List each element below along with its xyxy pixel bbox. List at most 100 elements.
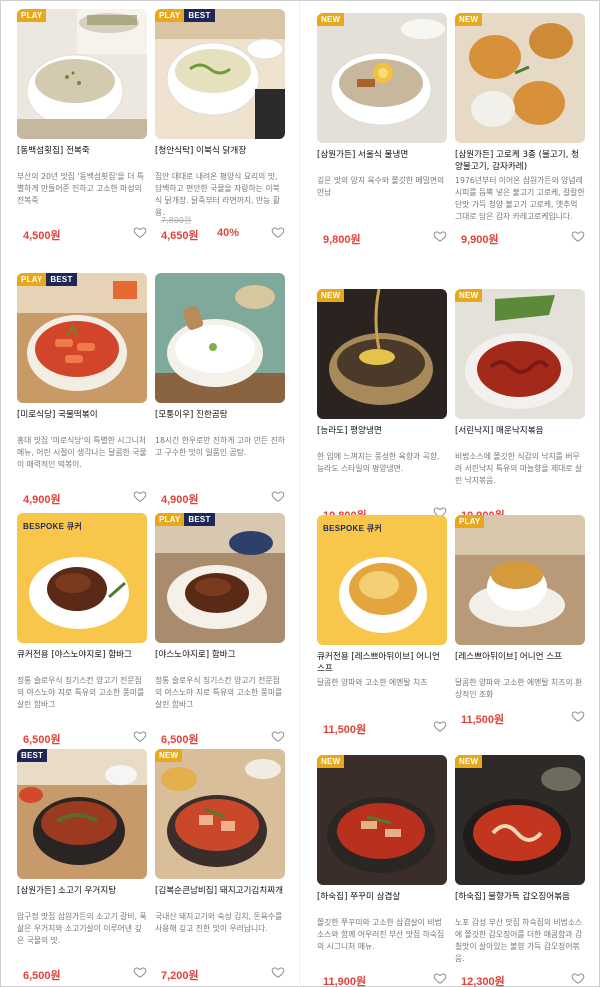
product-thumbnail[interactable]: BEST [17, 749, 147, 879]
discount-rate: 40% [217, 227, 240, 239]
product-thumbnail[interactable]: NEW [317, 13, 447, 143]
product-title[interactable]: [미로식당] 국물떡볶이 [17, 409, 147, 433]
product-price: 7,200원 [161, 970, 199, 982]
product-title[interactable]: [하숙집] 쭈꾸미 삼겹살 [317, 891, 447, 915]
product-title[interactable]: [청안식탁] 이북식 닭개장 [155, 145, 285, 169]
heart-icon[interactable] [271, 225, 285, 239]
product-thumbnail[interactable]: NEW [455, 289, 585, 419]
heart-icon[interactable] [571, 709, 585, 723]
product-thumbnail[interactable]: NEW [317, 289, 447, 419]
product-title[interactable]: [하숙집] 불향가득 갑오징어볶음 [455, 891, 585, 915]
product-thumbnail[interactable] [155, 273, 285, 403]
product-price: 4,900원 [161, 494, 199, 506]
product-title[interactable]: [삼원가든] 소고기 우거지탕 [17, 885, 147, 909]
product-card[interactable]: NEW [하숙집] 불향가득 갑오징어볶음 노포 감성 부산 맛집 하숙집의 비… [455, 755, 585, 987]
product-title[interactable]: [동백섬횟집] 전복죽 [17, 145, 147, 169]
product-card[interactable]: BEST [삼원가든] 소고기 우거지탕 압구정 맛집 삼원가든의 소고기 갈비… [17, 749, 147, 985]
heart-icon[interactable] [433, 971, 447, 985]
product-card[interactable]: NEW [삼원가든] 고로케 3종 (불고기, 청양불고기, 감자카레) 197… [455, 13, 585, 249]
heart-icon[interactable] [271, 729, 285, 743]
product-description: 달콤한 양파와 고소한 에멘탈 치즈의 환상적인 조화 [455, 678, 583, 699]
product-title[interactable]: [레스쁘아뒤이브] 어니언 스프 [455, 651, 585, 675]
product-thumbnail[interactable]: PLAY [17, 9, 147, 139]
food-image-hamburg-steak [17, 513, 147, 643]
product-description: 18시간 한우로만 진하게 고아 만든 진하고 구수한 맛이 일품인 곰탕. [155, 436, 285, 457]
badge-new: NEW [317, 13, 345, 26]
heart-icon[interactable] [133, 225, 147, 239]
heart-icon[interactable] [571, 229, 585, 243]
product-thumbnail[interactable]: BESPOKE 큐커 [17, 513, 147, 643]
product-thumbnail[interactable]: NEW [317, 755, 447, 885]
product-description: 1976년부터 이어온 삼원가든의 양념레시피를 듬뿍 넣은 불고기 고로케, … [455, 176, 585, 221]
heart-icon[interactable] [133, 965, 147, 979]
product-price: 6,500원 [23, 734, 61, 746]
product-title[interactable]: 큐커전용 [야스노야지로] 함바그 [17, 649, 147, 673]
product-title[interactable]: [김복순큰남비집] 돼지고기김치찌개 [155, 885, 285, 909]
product-card[interactable]: PLAY [동백섬횟집] 전복죽 부산의 20년 맛집 '동백섬횟집'을 더 특… [17, 9, 147, 245]
food-image-jjukkumi [317, 755, 447, 885]
heart-icon[interactable] [571, 971, 585, 985]
product-card[interactable]: NEW [삼원가든] 서울식 물냉면 깊은 맛의 양지 육수와 쫄깃한 메밀면의… [317, 13, 447, 249]
product-card[interactable]: BESPOKE 큐커 큐커전용 [레스쁘아뒤이브] 어니언 스프 달콤한 양파와… [317, 515, 447, 739]
product-title[interactable]: 큐커전용 [레스쁘아뒤이브] 어니언 스프 [317, 651, 447, 675]
price-row: 6,500원 [17, 965, 147, 985]
heart-icon[interactable] [433, 229, 447, 243]
price-row: 7,800원 4,650원 40% [155, 216, 285, 245]
product-description: 정통 슬로우식 징기스칸 양고기 전문점의 야스노야 지로 특유의 고소한 풍미… [17, 676, 145, 709]
product-thumbnail[interactable]: NEW [155, 749, 285, 879]
product-card[interactable]: NEW [능라도] 평양냉면 한 입에 느껴지는 풍성한 육향과 곡향, 능라도… [317, 289, 447, 525]
product-description: 한 입에 느껴지는 풍성한 육향과 곡향, 능라도 스타일의 평양냉면. [317, 452, 440, 473]
product-card[interactable]: NEW [하숙집] 쭈꾸미 삼겹살 쫄깃한 쭈꾸미와 고소한 삼겹살이 비법소스… [317, 755, 447, 987]
product-card[interactable]: PLAY BEST [야스노야지로] 함바그 정통 슬로우식 징기스칸 양고기 전… [155, 513, 285, 749]
product-description: 집안 대대로 내려온 평양식 요리의 맛, 담백하고 편안한 국물을 자랑하는 … [155, 172, 280, 217]
product-thumbnail[interactable]: PLAY BEST [155, 9, 285, 139]
product-description: 국내산 돼지고기와 숙성 김치, 돈육수를 사용해 깊고 진한 맛이 우러납니다… [155, 912, 283, 933]
heart-icon[interactable] [271, 489, 285, 503]
product-description: 노포 감성 부산 맛집 하숙집의 비법소스에 쫄깃한 갑오징어를 더한 매콤함과… [455, 918, 583, 963]
product-description: 비법소스에 쫄깃한 식감의 낙지를 버무려 서린낙지 특유의 마늘향을 제대로 … [455, 452, 583, 485]
column-divider [299, 1, 300, 987]
product-description: 부산의 20년 맛집 '동백섬횟집'을 더 특별하게 만들어준 진하고 고소한 … [17, 172, 145, 205]
product-thumbnail[interactable]: BESPOKE 큐커 [317, 515, 447, 645]
product-card[interactable]: PLAY BEST [청안식탁] 이북식 닭개장 집안 대대로 내려온 평양식 요… [155, 9, 285, 245]
product-thumbnail[interactable]: NEW [455, 755, 585, 885]
heart-icon[interactable] [133, 729, 147, 743]
product-title[interactable]: [서린낙지] 매운낙지볶음 [455, 425, 585, 449]
product-title[interactable]: [삼원가든] 서울식 물냉면 [317, 149, 447, 173]
product-price: 4,650원 [161, 230, 199, 242]
product-card[interactable]: NEW [서린낙지] 매운낙지볶음 비법소스에 쫄깃한 식감의 낙지를 버무려 … [455, 289, 585, 515]
product-thumbnail[interactable]: NEW [455, 13, 585, 143]
badge-best: BEST [184, 9, 215, 22]
product-thumbnail[interactable]: PLAY BEST [17, 273, 147, 403]
price-row: 4,900원 [17, 489, 147, 509]
product-price: 12,300원 [461, 976, 505, 987]
badge-new: NEW [317, 289, 345, 302]
price-row: 9,800원 [317, 229, 447, 249]
badge-best: BEST [184, 513, 215, 526]
product-card[interactable]: NEW [김복순큰남비집] 돼지고기김치찌개 국내산 돼지고기와 숙성 김치, … [155, 749, 285, 985]
product-card[interactable]: PLAY [레스쁘아뒤이브] 어니언 스프 달콤한 양파와 고소한 에멘탈 치즈… [455, 515, 585, 729]
heart-icon[interactable] [271, 965, 285, 979]
price-row: 11,900원 [317, 971, 447, 987]
product-thumbnail[interactable]: PLAY BEST [155, 513, 285, 643]
original-price: 7,800원 [161, 216, 192, 225]
heart-icon[interactable] [133, 489, 147, 503]
product-price: 4,500원 [23, 230, 61, 242]
product-title[interactable]: [삼원가든] 고로케 3종 (불고기, 청양불고기, 감자카레) [455, 149, 585, 173]
badge-new: NEW [155, 749, 183, 762]
product-card[interactable]: PLAY BEST [미로식당] 국물떡볶이 홍대 맛집 '미로식당'의 특별한 … [17, 273, 147, 509]
badge-new: NEW [317, 755, 345, 768]
food-image-naengmyeon [317, 13, 447, 143]
product-price: 6,500원 [23, 970, 61, 982]
price-row: 4,900원 [155, 489, 285, 509]
product-card[interactable]: BESPOKE 큐커 큐커전용 [야스노야지로] 함바그 정통 슬로우식 징기스… [17, 513, 147, 749]
heart-icon[interactable] [433, 719, 447, 733]
product-thumbnail[interactable]: PLAY [455, 515, 585, 645]
product-description: 정통 슬로우식 징기스칸 양고기 전문점의 야스노야 지로 특유의 고소한 풍미… [155, 676, 283, 709]
product-title[interactable]: [능라도] 평양냉면 [317, 425, 447, 449]
product-description: 깊은 맛의 양지 육수와 쫄깃한 메밀면의 만남 [317, 176, 445, 197]
product-card[interactable]: [모퉁이우] 진한곰탕 18시간 한우로만 진하게 고아 만든 진하고 구수한 … [155, 273, 285, 509]
product-title[interactable]: [야스노야지로] 함바그 [155, 649, 285, 673]
product-price: 4,900원 [23, 494, 61, 506]
product-title[interactable]: [모퉁이우] 진한곰탕 [155, 409, 285, 433]
